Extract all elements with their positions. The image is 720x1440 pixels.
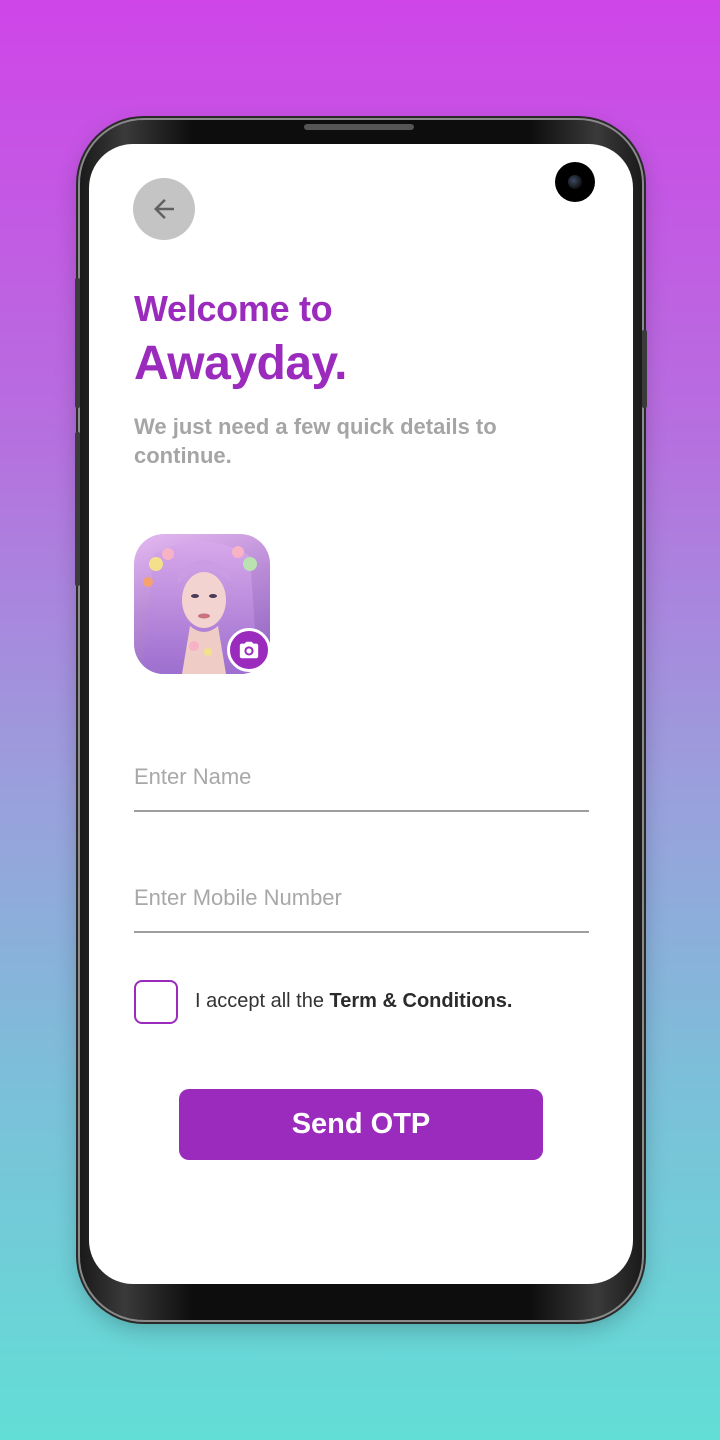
mobile-field: [134, 871, 589, 933]
arrow-left-icon: [154, 199, 174, 219]
earpiece-speaker: [304, 124, 414, 130]
terms-checkbox[interactable]: [134, 980, 178, 1024]
volume-down-button: [75, 508, 80, 586]
phone-frame: Welcome to Awayday. We just need a few q…: [75, 120, 647, 1320]
mobile-number-input[interactable]: [134, 881, 589, 915]
front-camera: [555, 162, 595, 202]
welcome-heading: Welcome to: [134, 288, 333, 329]
change-photo-button[interactable]: [227, 628, 271, 672]
camera-icon: [239, 641, 259, 659]
side-button: [75, 278, 80, 408]
terms-label: I accept all the Term & Conditions.: [195, 990, 513, 1013]
terms-prefix: I accept all the: [195, 990, 330, 1012]
intro-subtitle: We just need a few quick details to cont…: [134, 414, 497, 468]
brand-title: Awayday.: [134, 337, 348, 390]
name-field: [134, 750, 589, 812]
power-button: [642, 330, 647, 408]
back-button[interactable]: [133, 178, 195, 240]
terms-link[interactable]: Term & Conditions.: [330, 990, 513, 1012]
name-input[interactable]: [134, 760, 589, 794]
send-otp-button[interactable]: Send OTP: [179, 1089, 543, 1160]
volume-up-button: [75, 432, 80, 510]
screen: Welcome to Awayday. We just need a few q…: [89, 144, 633, 1284]
